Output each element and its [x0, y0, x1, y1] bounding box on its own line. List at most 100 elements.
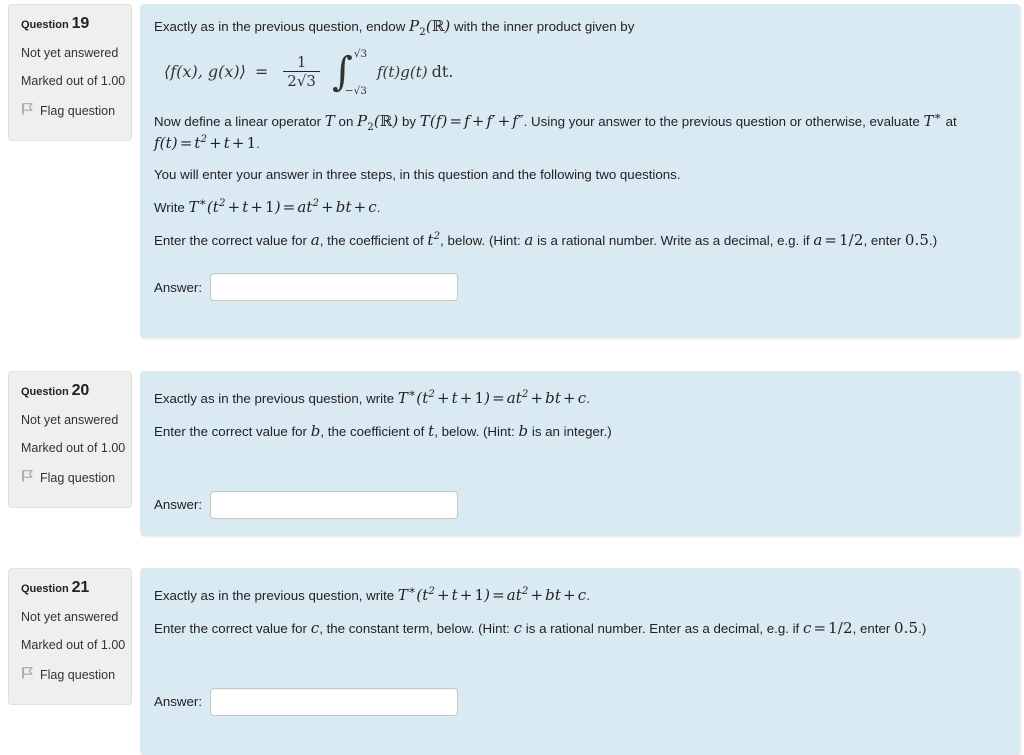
integrand: f(t)g(t): [376, 62, 428, 81]
enter-math-c2: c: [513, 619, 523, 638]
intro-text-after: with the inner product given by: [450, 19, 635, 34]
integral-lower-limit: −√3: [344, 84, 367, 97]
intro-math-space: P2(ℝ): [409, 17, 451, 38]
enter-text-1: Enter the correct value for: [154, 621, 311, 637]
question-info-panel-19: Question 19 Not yet answered Marked out o…: [8, 4, 132, 141]
answer-label-20: Answer:: [154, 497, 203, 513]
quiz-page: Question 19 Not yet answered Marked out o…: [0, 0, 1024, 755]
flag-icon: [21, 666, 34, 683]
op-text-6: .: [256, 135, 260, 151]
op-text-1: Now define a linear operator: [154, 114, 325, 130]
answer-input-19[interactable]: [210, 273, 459, 302]
enter-math-c: c: [310, 619, 320, 638]
question-block-21: Question 21 Not yet answered Marked out o…: [0, 565, 1024, 755]
flag-question-button-19[interactable]: Flag question: [21, 102, 119, 119]
question-grade-21: Marked out of 1.00: [21, 637, 126, 652]
question-enter-paragraph-21: Enter the correct value for c, the const…: [154, 618, 998, 639]
question-steps-paragraph-19: You will enter your answer in three step…: [154, 166, 681, 182]
op-math-Tstar: T∗: [923, 109, 942, 131]
question-text-20: Exactly as in the previous question, wri…: [154, 386, 998, 443]
write-text-1: Exactly as in the previous question, wri…: [154, 588, 398, 603]
op-math-Tf: T(f) = f + f′ + f″: [419, 112, 524, 131]
question-heading-20: Question 20: [21, 382, 119, 400]
enter-text-6: .): [929, 233, 938, 249]
enter-text-6: .): [918, 621, 927, 637]
flag-icon: [21, 469, 34, 486]
question-number: 19: [71, 15, 90, 32]
enter-text-5: , enter: [852, 621, 894, 637]
question-write-paragraph-21: Exactly as in the previous question, wri…: [154, 584, 998, 606]
write-text-1: Exactly as in the previous question, wri…: [154, 391, 398, 406]
flag-question-label-20: Flag question: [40, 470, 116, 485]
enter-math-b2: b: [518, 422, 529, 441]
answer-row-20: Answer:: [154, 490, 998, 519]
question-heading-19: Question 19: [21, 15, 119, 33]
enter-text-4: is an integer.): [528, 424, 612, 440]
write-text-1: Write: [154, 199, 189, 215]
answer-label-21: Answer:: [154, 694, 203, 710]
flag-question-button-20[interactable]: Flag question: [21, 469, 119, 486]
question-heading-label: Question: [21, 583, 69, 595]
enter-text-2: , the constant term, below. (Hint:: [319, 621, 514, 637]
question-content-panel-21: Exactly as in the previous question, wri…: [140, 568, 1020, 755]
enter-text-1: Enter the correct value for: [154, 233, 311, 249]
question-state-19: Not yet answered: [21, 45, 119, 60]
write-text-2: .: [586, 588, 590, 603]
equation-lhs: ⟨f(x), g(x)⟩: [164, 62, 246, 82]
question-state-20: Not yet answered: [21, 412, 119, 427]
inner-product-equation: ⟨f(x), g(x)⟩ = 1 2√3 ∫ √3 −√3 f(t)g(t) d…: [164, 49, 998, 96]
write-text-2: .: [586, 391, 590, 406]
op-math-P2R: P2(ℝ): [357, 112, 399, 134]
fraction-denominator: 2√3: [287, 72, 316, 91]
enter-text-3: , below. (Hint:: [434, 424, 519, 440]
op-text-4: . Using your answer to the previous ques…: [523, 114, 924, 130]
answer-input-20[interactable]: [210, 490, 459, 519]
question-enter-paragraph-19: Enter the correct value for a, the coeff…: [154, 230, 998, 251]
enter-math-a: a: [310, 231, 320, 250]
question-text-19: Exactly as in the previous question, end…: [154, 16, 998, 251]
enter-text-1: Enter the correct value for: [154, 424, 311, 440]
integral-operator: ∫ √3 −√3: [332, 49, 372, 96]
question-write-paragraph-19: Write T∗(t2 + t +1) = at2 + bt + c.: [154, 196, 998, 218]
integral-upper-limit: √3: [353, 48, 368, 61]
enter-text-4: is a rational number. Write as a decimal…: [533, 233, 814, 249]
op-text-3: by: [398, 114, 420, 130]
question-grade-19: Marked out of 1.00: [21, 73, 126, 88]
question-text-21: Exactly as in the previous question, wri…: [154, 584, 998, 640]
enter-math-05: 0.5: [904, 231, 930, 250]
flag-icon: [21, 102, 34, 119]
op-math-T: T: [324, 112, 335, 131]
answer-row-19: Answer:: [154, 273, 998, 302]
answer-input-21[interactable]: [210, 687, 459, 716]
enter-text-2: , the coefficient of: [320, 424, 429, 440]
enter-math-t2: t2: [427, 231, 441, 250]
question-content-panel-19: Exactly as in the previous question, end…: [140, 4, 1020, 338]
question-state-21: Not yet answered: [21, 609, 119, 624]
question-content-panel-20: Exactly as in the previous question, wri…: [140, 371, 1020, 536]
enter-text-3: , below. (Hint:: [440, 233, 525, 249]
intro-text-before: Exactly as in the previous question, end…: [154, 19, 410, 34]
enter-math-05: 0.5: [893, 619, 919, 638]
integral-limits: √3 −√3: [345, 49, 372, 96]
flag-question-label-21: Flag question: [40, 667, 116, 682]
question-info-panel-20: Question 20 Not yet answered Marked out o…: [8, 371, 132, 508]
question-number: 20: [71, 382, 90, 399]
write-text-2: .: [376, 199, 381, 215]
question-heading-label: Question: [21, 19, 69, 31]
flag-question-button-21[interactable]: Flag question: [21, 666, 119, 683]
enter-math-ahalf: a = 1/2: [813, 231, 864, 250]
question-block-20: Question 20 Not yet answered Marked out o…: [0, 368, 1024, 565]
fraction-numerator: 1: [296, 53, 307, 72]
question-enter-paragraph-20: Enter the correct value for b, the coeff…: [154, 421, 998, 442]
write-math: T∗(t2 + t +1) = at2 + bt + c: [397, 386, 587, 407]
differential: dt.: [431, 62, 454, 82]
question-heading-21: Question 21: [21, 579, 119, 597]
question-operator-paragraph-19: Now define a linear operator T on P2(ℝ) …: [154, 109, 998, 154]
op-math-ft: f(t) = t2 + t +1: [154, 133, 257, 152]
flag-question-label-19: Flag question: [40, 103, 116, 118]
equation-fraction: 1 2√3: [283, 55, 320, 89]
question-number: 21: [71, 579, 90, 596]
enter-math-b: b: [310, 422, 321, 441]
equation-equals: =: [254, 62, 269, 82]
question-heading-label: Question: [21, 386, 69, 398]
